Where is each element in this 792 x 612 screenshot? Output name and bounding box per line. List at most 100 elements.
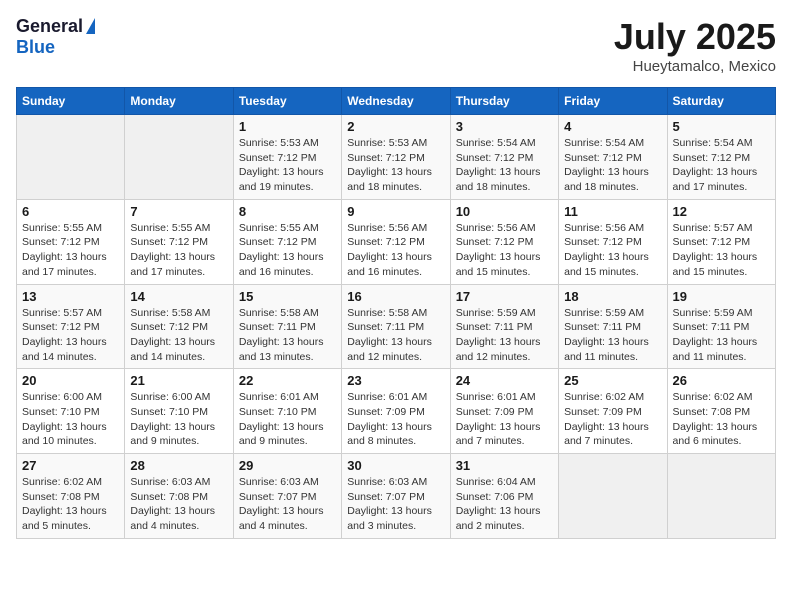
day-info: Sunrise: 6:04 AM Sunset: 7:06 PM Dayligh… [456,475,553,534]
day-cell: 26 Sunrise: 6:02 AM Sunset: 7:08 PM Dayli… [667,369,775,454]
week-row-4: 20 Sunrise: 6:00 AM Sunset: 7:10 PM Dayli… [17,369,776,454]
day-cell: 7 Sunrise: 5:55 AM Sunset: 7:12 PM Daylig… [125,199,233,284]
week-row-2: 6Sunrise: 5:55 AM Sunset: 7:12 PM Daylig… [17,199,776,284]
day-number: 25 [564,373,661,388]
day-number: 14 [130,289,227,304]
day-number: 3 [456,119,553,134]
day-cell: 5 Sunrise: 5:54 AM Sunset: 7:12 PM Daylig… [667,115,775,200]
day-info: Sunrise: 5:54 AM Sunset: 7:12 PM Dayligh… [673,136,770,195]
day-cell: 30 Sunrise: 6:03 AM Sunset: 7:07 PM Dayli… [342,454,450,539]
day-info: Sunrise: 5:58 AM Sunset: 7:11 PM Dayligh… [239,306,336,365]
day-cell: 6Sunrise: 5:55 AM Sunset: 7:12 PM Daylig… [17,199,125,284]
day-cell: 22Sunrise: 6:01 AM Sunset: 7:10 PM Dayli… [233,369,341,454]
weekday-header-row: SundayMondayTuesdayWednesdayThursdayFrid… [17,88,776,115]
calendar-title: July 2025 [614,16,776,58]
day-info: Sunrise: 5:58 AM Sunset: 7:12 PM Dayligh… [130,306,227,365]
day-number: 23 [347,373,444,388]
day-number: 2 [347,119,444,134]
day-info: Sunrise: 5:56 AM Sunset: 7:12 PM Dayligh… [347,221,444,280]
week-row-5: 27 Sunrise: 6:02 AM Sunset: 7:08 PM Dayli… [17,454,776,539]
day-number: 1 [239,119,336,134]
day-info: Sunrise: 6:01 AM Sunset: 7:09 PM Dayligh… [456,390,553,449]
day-cell: 16 Sunrise: 5:58 AM Sunset: 7:11 PM Dayli… [342,284,450,369]
day-cell: 11 Sunrise: 5:56 AM Sunset: 7:12 PM Dayli… [559,199,667,284]
day-info: Sunrise: 6:02 AM Sunset: 7:08 PM Dayligh… [22,475,119,534]
day-cell: 24Sunrise: 6:01 AM Sunset: 7:09 PM Dayli… [450,369,558,454]
day-info: Sunrise: 5:56 AM Sunset: 7:12 PM Dayligh… [456,221,553,280]
day-info: Sunrise: 6:02 AM Sunset: 7:08 PM Dayligh… [673,390,770,449]
day-number: 8 [239,204,336,219]
day-cell: 13Sunrise: 5:57 AM Sunset: 7:12 PM Dayli… [17,284,125,369]
day-cell: 29 Sunrise: 6:03 AM Sunset: 7:07 PM Dayli… [233,454,341,539]
day-number: 21 [130,373,227,388]
day-number: 26 [673,373,770,388]
day-info: Sunrise: 6:03 AM Sunset: 7:07 PM Dayligh… [347,475,444,534]
day-info: Sunrise: 5:53 AM Sunset: 7:12 PM Dayligh… [347,136,444,195]
day-info: Sunrise: 5:54 AM Sunset: 7:12 PM Dayligh… [456,136,553,195]
week-row-1: 1 Sunrise: 5:53 AM Sunset: 7:12 PM Daylig… [17,115,776,200]
day-cell: 14 Sunrise: 5:58 AM Sunset: 7:12 PM Dayli… [125,284,233,369]
day-info: Sunrise: 6:01 AM Sunset: 7:09 PM Dayligh… [347,390,444,449]
day-cell: 17Sunrise: 5:59 AM Sunset: 7:11 PM Dayli… [450,284,558,369]
day-number: 18 [564,289,661,304]
week-row-3: 13Sunrise: 5:57 AM Sunset: 7:12 PM Dayli… [17,284,776,369]
day-info: Sunrise: 5:56 AM Sunset: 7:12 PM Dayligh… [564,221,661,280]
day-info: Sunrise: 6:02 AM Sunset: 7:09 PM Dayligh… [564,390,661,449]
day-number: 7 [130,204,227,219]
day-cell: 21 Sunrise: 6:00 AM Sunset: 7:10 PM Dayli… [125,369,233,454]
day-number: 5 [673,119,770,134]
day-info: Sunrise: 5:59 AM Sunset: 7:11 PM Dayligh… [673,306,770,365]
day-info: Sunrise: 5:55 AM Sunset: 7:12 PM Dayligh… [130,221,227,280]
logo-triangle-icon [86,18,95,34]
day-cell: 31 Sunrise: 6:04 AM Sunset: 7:06 PM Dayli… [450,454,558,539]
day-number: 19 [673,289,770,304]
day-cell: 8 Sunrise: 5:55 AM Sunset: 7:12 PM Daylig… [233,199,341,284]
day-number: 16 [347,289,444,304]
weekday-header-friday: Friday [559,88,667,115]
day-cell: 20 Sunrise: 6:00 AM Sunset: 7:10 PM Dayli… [17,369,125,454]
day-cell: 12 Sunrise: 5:57 AM Sunset: 7:12 PM Dayli… [667,199,775,284]
day-number: 20 [22,373,119,388]
day-number: 13 [22,289,119,304]
day-cell: 1Sunrise: 5:53 AM Sunset: 7:12 PM Daylig… [233,115,341,200]
day-info: Sunrise: 6:03 AM Sunset: 7:08 PM Dayligh… [130,475,227,534]
day-info: Sunrise: 5:57 AM Sunset: 7:12 PM Dayligh… [673,221,770,280]
day-number: 9 [347,204,444,219]
weekday-header-wednesday: Wednesday [342,88,450,115]
calendar-table: SundayMondayTuesdayWednesdayThursdayFrid… [16,87,776,539]
day-cell: 10 Sunrise: 5:56 AM Sunset: 7:12 PM Dayli… [450,199,558,284]
logo-general-text: General [16,16,83,37]
day-number: 31 [456,458,553,473]
title-block: July 2025 Hueytamalco, Mexico [614,16,776,75]
day-info: Sunrise: 5:55 AM Sunset: 7:12 PM Dayligh… [22,221,119,280]
weekday-header-sunday: Sunday [17,88,125,115]
day-number: 30 [347,458,444,473]
day-info: Sunrise: 5:54 AM Sunset: 7:12 PM Dayligh… [564,136,661,195]
day-number: 10 [456,204,553,219]
calendar-location: Hueytamalco, Mexico [614,58,776,75]
day-info: Sunrise: 6:03 AM Sunset: 7:07 PM Dayligh… [239,475,336,534]
weekday-header-saturday: Saturday [667,88,775,115]
day-number: 12 [673,204,770,219]
logo-blue-text: Blue [16,37,55,57]
day-number: 11 [564,204,661,219]
day-info: Sunrise: 6:00 AM Sunset: 7:10 PM Dayligh… [130,390,227,449]
day-info: Sunrise: 5:55 AM Sunset: 7:12 PM Dayligh… [239,221,336,280]
logo: General Blue [16,16,95,58]
day-number: 4 [564,119,661,134]
day-info: Sunrise: 6:00 AM Sunset: 7:10 PM Dayligh… [22,390,119,449]
day-number: 22 [239,373,336,388]
day-number: 29 [239,458,336,473]
day-number: 27 [22,458,119,473]
day-cell: 9 Sunrise: 5:56 AM Sunset: 7:12 PM Daylig… [342,199,450,284]
day-cell: 18Sunrise: 5:59 AM Sunset: 7:11 PM Dayli… [559,284,667,369]
weekday-header-tuesday: Tuesday [233,88,341,115]
day-info: Sunrise: 5:59 AM Sunset: 7:11 PM Dayligh… [456,306,553,365]
day-cell: 3 Sunrise: 5:54 AM Sunset: 7:12 PM Daylig… [450,115,558,200]
day-cell: 4 Sunrise: 5:54 AM Sunset: 7:12 PM Daylig… [559,115,667,200]
day-cell [667,454,775,539]
day-cell: 2 Sunrise: 5:53 AM Sunset: 7:12 PM Daylig… [342,115,450,200]
weekday-header-monday: Monday [125,88,233,115]
day-info: Sunrise: 5:58 AM Sunset: 7:11 PM Dayligh… [347,306,444,365]
page-header: General Blue July 2025 Hueytamalco, Mexi… [16,16,776,75]
